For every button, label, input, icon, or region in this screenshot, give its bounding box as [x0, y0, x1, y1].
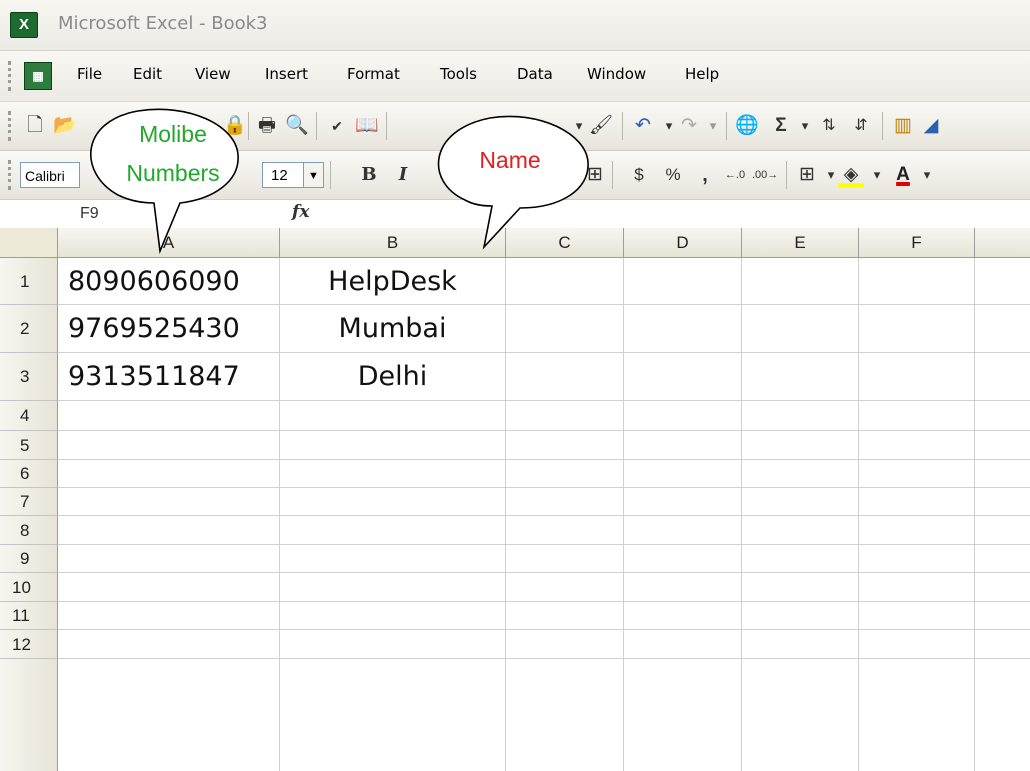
- column-header-e[interactable]: E: [742, 228, 859, 258]
- menu-tools[interactable]: Tools: [440, 65, 477, 83]
- cell-b3[interactable]: Delhi: [280, 353, 506, 401]
- redo-icon[interactable]: ↷: [676, 113, 702, 139]
- font-size-combo[interactable]: 12: [262, 162, 304, 188]
- menu-window[interactable]: Window: [587, 65, 646, 83]
- menu-file[interactable]: File: [77, 65, 102, 83]
- borders-icon[interactable]: ⊞: [794, 162, 820, 188]
- grid-line-horizontal: [58, 629, 1030, 630]
- hyperlink-icon[interactable]: 🌐: [734, 113, 760, 139]
- sort-ascending-icon[interactable]: ⇅: [816, 113, 842, 139]
- callout-mobile-numbers: Molibe Numbers: [68, 103, 268, 263]
- callout-mobile-line2: Numbers: [126, 160, 220, 186]
- cell-a3[interactable]: 9313511847: [58, 353, 280, 401]
- row-header-8[interactable]: 8: [0, 516, 58, 545]
- menu-edit[interactable]: Edit: [133, 65, 162, 83]
- menu-data[interactable]: Data: [517, 65, 553, 83]
- new-document-icon[interactable]: 🗋: [22, 113, 48, 139]
- autosum-icon[interactable]: Σ: [768, 113, 794, 139]
- row-header-5[interactable]: 5: [0, 431, 58, 460]
- font-color-icon[interactable]: A: [890, 162, 916, 188]
- worksheet-grid: A B C D E F 1 2 3 4 5 6 7 8 9 10 11 12 8…: [0, 228, 1030, 771]
- row-header-1[interactable]: 1: [0, 258, 58, 305]
- italic-button[interactable]: I: [390, 162, 416, 188]
- bold-button[interactable]: B: [356, 162, 382, 188]
- row-header-10[interactable]: 10: [0, 573, 58, 602]
- excel-app-icon[interactable]: X: [10, 12, 38, 38]
- row-header-filler: [0, 659, 58, 771]
- column-header-d[interactable]: D: [624, 228, 742, 258]
- autosum-dropdown-icon[interactable]: ▾: [792, 113, 818, 139]
- fill-color-dropdown-icon[interactable]: ▾: [864, 162, 890, 188]
- font-color-dropdown-icon[interactable]: ▾: [914, 162, 940, 188]
- grid-line-horizontal: [58, 487, 1030, 488]
- grid-line-horizontal: [58, 544, 1030, 545]
- font-size-dropdown-icon[interactable]: ▼: [304, 162, 324, 188]
- row-header-4[interactable]: 4: [0, 401, 58, 431]
- sort-descending-icon[interactable]: ⇵: [848, 113, 874, 139]
- fill-color-icon[interactable]: ◈: [838, 162, 864, 188]
- menu-view[interactable]: View: [195, 65, 231, 83]
- menu-help[interactable]: Help: [685, 65, 719, 83]
- cell-a1[interactable]: 8090606090: [58, 258, 280, 305]
- decrease-decimal-icon[interactable]: .00→: [752, 162, 778, 188]
- grid-line-horizontal: [58, 515, 1030, 516]
- grid-line-horizontal: [58, 572, 1030, 573]
- row-header-2[interactable]: 2: [0, 305, 58, 353]
- increase-decimal-icon[interactable]: ←.0: [722, 162, 748, 188]
- toolbar-grip-icon[interactable]: [8, 160, 14, 190]
- cell-b1[interactable]: HelpDesk: [280, 258, 506, 305]
- spelling-icon[interactable]: ✔: [324, 113, 350, 139]
- row-header-3[interactable]: 3: [0, 353, 58, 401]
- redo-dropdown-icon[interactable]: ▾: [700, 113, 726, 139]
- research-icon[interactable]: 📖: [354, 113, 380, 139]
- row-header-6[interactable]: 6: [0, 460, 58, 488]
- undo-icon[interactable]: ↶: [630, 113, 656, 139]
- toolbar-grip-icon[interactable]: [8, 61, 14, 91]
- row-header-12[interactable]: 12: [0, 630, 58, 659]
- menu-bar: ▦ File Edit View Insert Format Tools Dat…: [0, 51, 1030, 102]
- grid-line-horizontal: [58, 430, 1030, 431]
- row-header-7[interactable]: 7: [0, 488, 58, 516]
- currency-button[interactable]: $: [626, 162, 652, 188]
- speech-bubble-shape: [437, 115, 589, 250]
- callout-name: Name: [420, 112, 610, 262]
- comma-style-button[interactable]: ,: [692, 162, 718, 188]
- callout-name-text: Name: [479, 147, 541, 173]
- insert-function-icon[interactable]: fx: [292, 202, 309, 222]
- menu-insert[interactable]: Insert: [265, 65, 308, 83]
- select-all-corner[interactable]: [0, 228, 58, 258]
- row-header-9[interactable]: 9: [0, 545, 58, 573]
- row-header-11[interactable]: 11: [0, 602, 58, 630]
- window-title: Microsoft Excel - Book3: [58, 13, 268, 34]
- cell-a2[interactable]: 9769525430: [58, 305, 280, 353]
- callout-mobile-line1: Molibe: [139, 121, 207, 147]
- grid-line-horizontal: [58, 459, 1030, 460]
- cell-b2[interactable]: Mumbai: [280, 305, 506, 353]
- print-preview-icon[interactable]: 🔍: [284, 113, 310, 139]
- column-header-g-partial[interactable]: [975, 228, 1030, 258]
- grid-line-horizontal: [58, 658, 1030, 659]
- column-header-f[interactable]: F: [859, 228, 975, 258]
- drawing-icon[interactable]: ◢: [918, 113, 944, 139]
- menu-format[interactable]: Format: [347, 65, 400, 83]
- toolbar-grip-icon[interactable]: [8, 111, 14, 141]
- workbook-icon[interactable]: ▦: [24, 62, 52, 90]
- grid-line-horizontal: [58, 601, 1030, 602]
- percent-button[interactable]: %: [660, 162, 686, 188]
- title-bar: X Microsoft Excel - Book3: [0, 0, 1030, 51]
- chart-wizard-icon[interactable]: ▥: [890, 113, 916, 139]
